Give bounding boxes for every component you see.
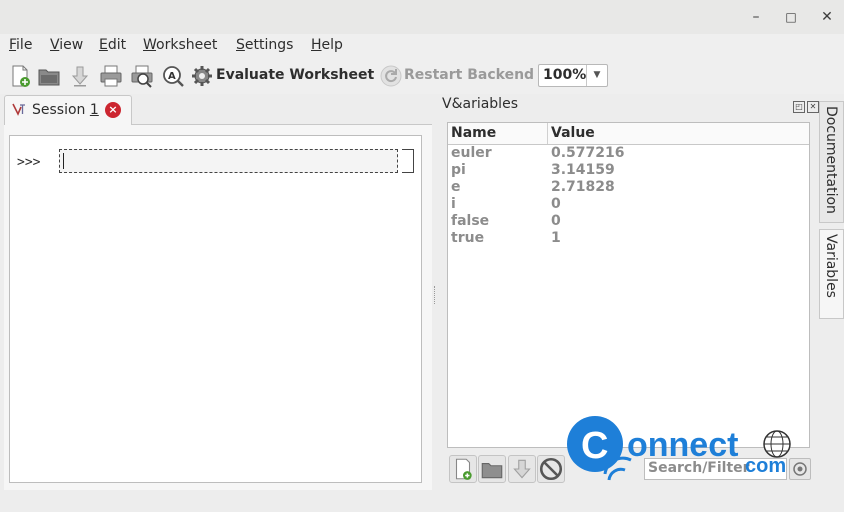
open-folder-icon — [481, 463, 503, 479]
variable-value: 2.71828 — [551, 179, 615, 195]
variable-name: false — [451, 213, 490, 229]
watermark-text: onnect — [627, 426, 738, 464]
globe-icon — [763, 430, 791, 458]
tab-documentation[interactable]: Documentation — [819, 101, 844, 223]
table-row[interactable]: false 0 — [448, 213, 809, 230]
dock-controls: ◰ ✕ — [791, 97, 819, 113]
table-row[interactable]: pi 3.14159 — [448, 162, 809, 179]
variable-value: 0 — [551, 213, 561, 229]
cantor-logo-icon — [12, 103, 25, 116]
float-panel-icon[interactable]: ◰ — [793, 101, 805, 113]
column-name-header[interactable]: Name — [451, 125, 496, 141]
menu-file[interactable]: File — [9, 37, 32, 53]
save-icon[interactable] — [68, 64, 92, 88]
variable-name: i — [451, 196, 456, 212]
new-variables-button[interactable] — [449, 455, 477, 483]
worksheet-area[interactable] — [9, 135, 422, 483]
print-icon[interactable] — [99, 64, 123, 88]
new-worksheet-icon[interactable] — [8, 64, 32, 88]
svg-text:A: A — [168, 71, 176, 82]
close-window-button[interactable]: ✕ — [817, 7, 837, 27]
panel-splitter[interactable] — [434, 286, 437, 304]
variable-value: 0 — [551, 196, 561, 212]
column-value-header[interactable]: Value — [551, 125, 595, 141]
connect-logo-watermark: C onnect com — [567, 416, 791, 481]
evaluate-gear-icon[interactable] — [190, 64, 214, 88]
restart-backend-button[interactable]: Restart Backend — [404, 67, 534, 83]
clear-variables-button[interactable] — [537, 455, 565, 483]
close-panel-icon[interactable]: ✕ — [807, 101, 819, 113]
table-row[interactable]: e 2.71828 — [448, 179, 809, 196]
variable-value: 1 — [551, 230, 561, 246]
table-row[interactable]: true 1 — [448, 230, 809, 247]
save-variables-button[interactable] — [508, 455, 536, 483]
menu-worksheet[interactable]: Worksheet — [143, 37, 217, 53]
variable-name: pi — [451, 162, 466, 178]
variable-name: true — [451, 230, 485, 246]
find-icon[interactable]: A — [161, 64, 185, 88]
variable-name: e — [451, 179, 461, 195]
menu-view[interactable]: View — [50, 37, 83, 53]
menu-settings[interactable]: Settings — [236, 37, 293, 53]
tab-variables-label: Variables — [823, 234, 839, 298]
clear-icon — [539, 457, 563, 481]
command-prompt: >>> — [17, 155, 41, 170]
variable-value: 3.14159 — [551, 162, 615, 178]
menu-edit[interactable]: Edit — [99, 37, 126, 53]
open-folder-icon[interactable] — [37, 64, 61, 88]
menu-bar: File View Edit Worksheet Settings Help — [0, 34, 844, 58]
tab-variables[interactable]: Variables — [819, 229, 844, 319]
evaluate-worksheet-button[interactable]: Evaluate Worksheet — [216, 67, 374, 83]
tab-documentation-label: Documentation — [823, 106, 839, 214]
tab-label: Session 1 — [32, 102, 99, 118]
watermark-text-com: com — [745, 455, 786, 477]
new-file-icon — [455, 458, 472, 480]
table-header: Name Value — [448, 123, 809, 145]
variable-name: euler — [451, 145, 492, 161]
variable-value: 0.577216 — [551, 145, 625, 161]
variables-panel-title: V&ariables — [442, 96, 518, 112]
zoom-select[interactable]: 100% ▼ — [538, 64, 608, 87]
load-variables-button[interactable] — [478, 455, 506, 483]
table-row[interactable]: i0 — [448, 196, 809, 213]
watermark-letter: C — [581, 425, 608, 467]
command-input[interactable] — [59, 149, 398, 173]
chevron-down-icon[interactable]: ▼ — [586, 65, 607, 86]
tab-session-1[interactable]: Session 1 × — [4, 95, 132, 125]
save-icon — [513, 459, 531, 479]
maximize-button[interactable]: □ — [781, 7, 801, 27]
menu-help[interactable]: Help — [311, 37, 343, 53]
close-tab-icon[interactable]: × — [105, 102, 121, 118]
restart-icon[interactable] — [379, 64, 403, 88]
title-bar: – □ ✕ — [0, 0, 844, 34]
toolbar: A Evaluate Worksheet Restart Backend — [0, 58, 844, 94]
zoom-value: 100% — [543, 67, 587, 83]
text-cursor — [63, 153, 64, 169]
variables-table: Name Value euler 0.577216 pi 3.14159 e 2.71… — [447, 122, 810, 448]
table-row[interactable]: euler 0.577216 — [448, 145, 809, 162]
print-preview-icon[interactable] — [130, 64, 154, 88]
cell-bracket — [402, 149, 414, 173]
side-tabs: Documentation Variables — [819, 96, 844, 491]
minimize-button[interactable]: – — [746, 7, 766, 27]
